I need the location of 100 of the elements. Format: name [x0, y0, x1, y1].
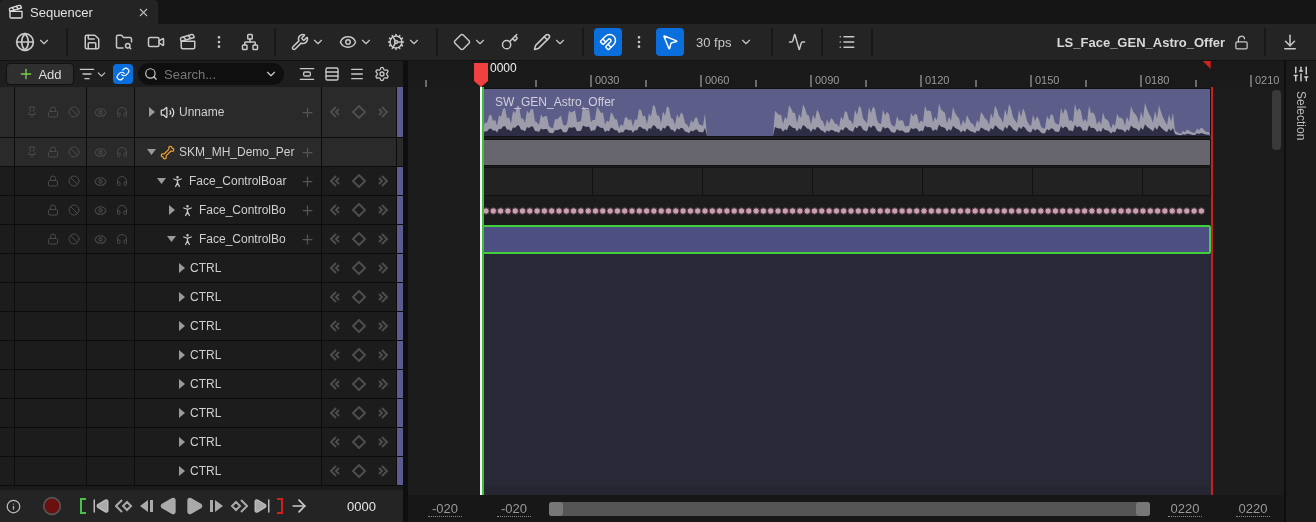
track-row[interactable]: Face_ControlBoar [0, 167, 403, 196]
add-icon[interactable] [300, 231, 315, 247]
eye-icon[interactable] [94, 105, 107, 119]
step-forward-icon[interactable] [209, 498, 225, 514]
play-end[interactable]: 0220 [1168, 500, 1202, 517]
audio-section[interactable]: SW_GEN_Astro_Offer [482, 88, 1211, 137]
play-reverse-icon[interactable] [159, 496, 179, 516]
lock-icon[interactable] [47, 233, 59, 245]
pin-icon[interactable] [26, 146, 38, 158]
fps-dropdown[interactable]: 30 fps [688, 28, 762, 56]
headphones-icon[interactable] [116, 106, 128, 118]
collapsed-arrow-icon[interactable] [177, 437, 186, 447]
play-icon[interactable] [184, 496, 204, 516]
search-input[interactable]: Search... [162, 65, 260, 83]
headphones-icon[interactable] [116, 233, 128, 245]
disable-icon[interactable] [68, 106, 80, 118]
add-key-icon[interactable] [352, 435, 366, 449]
sequencer-tab[interactable]: Sequencer [0, 0, 158, 24]
playhead-marker[interactable] [474, 61, 488, 87]
add-key-icon[interactable] [352, 377, 366, 391]
track-row[interactable]: SKM_MH_Demo_Per [0, 138, 403, 167]
track-row[interactable]: CTRL [0, 254, 403, 283]
headphones-icon[interactable] [116, 175, 128, 187]
track-row[interactable]: CTRL [0, 428, 403, 457]
add-button[interactable]: Add [6, 63, 74, 85]
eye-icon[interactable] [94, 145, 107, 159]
timeline-scrollbar[interactable] [549, 501, 1150, 516]
play-start[interactable]: -020 [497, 500, 531, 517]
info-icon[interactable] [6, 498, 21, 514]
track-row[interactable]: CTRL [0, 312, 403, 341]
collapsed-arrow-icon[interactable] [167, 205, 176, 215]
track-row[interactable]: CTRL [0, 370, 403, 399]
collapsed-arrow-icon[interactable] [147, 107, 156, 117]
link-button[interactable] [113, 64, 133, 84]
step-back-icon[interactable] [138, 498, 154, 514]
selection-tab[interactable]: Selection [1294, 91, 1308, 141]
add-icon[interactable] [300, 173, 315, 189]
collapsed-arrow-icon[interactable] [177, 466, 186, 476]
current-frame[interactable]: 0000 [347, 498, 376, 514]
collapsed-arrow-icon[interactable] [177, 292, 186, 302]
view-start[interactable]: -020 [428, 500, 462, 517]
add-key-icon[interactable] [352, 348, 366, 362]
skip-back-icon[interactable] [92, 497, 110, 515]
end-marker-line[interactable] [1211, 87, 1213, 495]
end-bracket-icon[interactable] [276, 498, 284, 514]
headphones-icon[interactable] [116, 146, 128, 158]
add-icon[interactable] [300, 202, 315, 218]
previous-key-icon[interactable] [115, 498, 133, 514]
lock-icon[interactable] [47, 175, 59, 187]
track-row[interactable]: Face_ControlBo [0, 225, 403, 254]
skip-forward-icon[interactable] [253, 497, 271, 515]
add-key-icon[interactable] [352, 290, 366, 304]
add-icon[interactable] [300, 144, 315, 160]
eye-icon[interactable] [94, 203, 107, 217]
add-key-icon[interactable] [352, 261, 366, 275]
add-key-icon[interactable] [352, 319, 366, 333]
record-icon[interactable] [42, 496, 62, 516]
collapsed-arrow-icon[interactable] [177, 379, 186, 389]
collapsed-arrow-icon[interactable] [177, 263, 186, 273]
add-key-icon[interactable] [352, 203, 366, 217]
view-end[interactable]: 0220 [1236, 500, 1270, 517]
settings-button[interactable] [372, 64, 392, 84]
expanded-arrow-icon[interactable] [147, 147, 156, 157]
collapsed-arrow-icon[interactable] [177, 408, 186, 418]
collapsed-arrow-icon[interactable] [177, 350, 186, 360]
search-bar[interactable]: Search... [138, 63, 284, 85]
disable-icon[interactable] [68, 233, 80, 245]
sliders-icon[interactable] [1292, 65, 1310, 83]
add-key-icon[interactable] [352, 406, 366, 420]
add-key-icon[interactable] [352, 174, 366, 188]
control-rig-section[interactable] [482, 225, 1211, 254]
scrollbar[interactable] [1272, 90, 1281, 150]
disable-icon[interactable] [68, 175, 80, 187]
disable-icon[interactable] [68, 146, 80, 158]
lock-icon[interactable] [47, 106, 59, 118]
track-row[interactable]: Face_ControlBo [0, 196, 403, 225]
add-key-icon[interactable] [352, 105, 366, 119]
collapsed-arrow-icon[interactable] [177, 321, 186, 331]
track-row[interactable]: Unname [0, 87, 403, 138]
lock-icon[interactable] [47, 146, 59, 158]
toggle-button[interactable] [594, 28, 622, 56]
track-row[interactable]: CTRL [0, 283, 403, 312]
track-row[interactable]: CTRL [0, 341, 403, 370]
track-row[interactable]: CTRL [0, 399, 403, 428]
track-row[interactable]: CTRL [0, 457, 403, 486]
lock-icon[interactable] [47, 204, 59, 216]
toggle-button[interactable] [656, 28, 684, 56]
animation-section[interactable] [482, 139, 1211, 166]
expanded-arrow-icon[interactable] [167, 234, 176, 244]
add-icon[interactable] [300, 104, 315, 120]
pin-icon[interactable] [26, 106, 38, 118]
next-key-icon[interactable] [230, 498, 248, 514]
start-bracket-icon[interactable] [79, 498, 87, 514]
add-key-icon[interactable] [352, 464, 366, 478]
disable-icon[interactable] [68, 204, 80, 216]
expand-button[interactable] [322, 64, 342, 84]
eye-icon[interactable] [94, 232, 107, 246]
eye-icon[interactable] [94, 174, 107, 188]
headphones-icon[interactable] [116, 204, 128, 216]
add-key-icon[interactable] [352, 232, 366, 246]
